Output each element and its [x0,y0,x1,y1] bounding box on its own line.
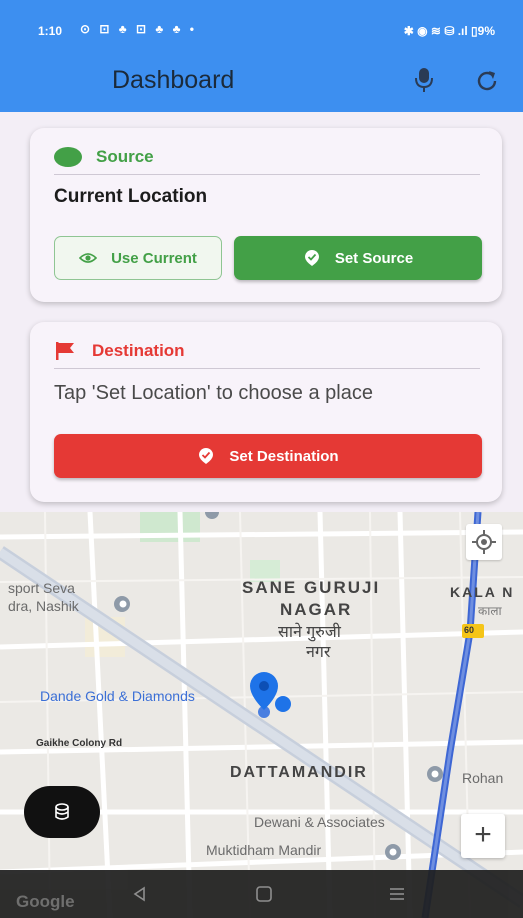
road-shield: 60 [464,625,475,635]
map-label: sport Seva [8,580,75,596]
microphone-icon[interactable] [413,66,435,94]
source-label: Source [96,147,154,166]
set-source-label: Set Source [334,249,414,267]
status-bar: 1:10 ⊙ ⊡ ♣ ⊡ ♣ ♣ • ✱ ◉ ≋ ⛁ .ıl ▯9% [0,0,523,50]
map-label: SANE GURUJI [242,578,381,597]
destination-card: Destination Tap 'Set Location' to choose… [30,322,502,502]
source-dot-icon [54,147,82,167]
back-icon[interactable] [132,886,148,902]
source-divider [54,174,480,175]
location-check-icon [197,447,215,465]
destination-divider [54,368,480,369]
source-card: Source Current Location Use Current Set … [30,128,502,302]
set-source-button[interactable]: Set Source [234,236,482,280]
home-icon[interactable] [255,885,273,903]
map-label: साने गुरुजी [278,624,341,641]
floating-action-button[interactable] [24,786,100,838]
map-label: dra, Nashik [8,598,79,614]
map-label: नगर [306,644,331,661]
database-icon [55,803,69,820]
system-nav-bar: Google [0,870,523,918]
notification-icons: ⊙ ⊡ ♣ ⊡ ♣ ♣ • [80,22,197,36]
battery-level: 9% [477,24,495,38]
destination-value: Tap 'Set Location' to choose a place [54,382,373,404]
crosshair-icon [472,530,496,554]
use-current-button[interactable]: Use Current [54,236,222,280]
destination-header: Destination [54,340,185,362]
map-label: काला [478,604,502,618]
source-header: Source [54,146,154,168]
map-label: NAGAR [280,600,353,619]
use-current-label: Use Current [111,249,197,267]
page-title: Dashboard [112,66,235,94]
set-destination-button[interactable]: Set Destination [54,434,482,478]
map-label: DATTAMANDIR [230,764,368,781]
refresh-icon[interactable] [474,68,500,94]
zoom-in-button[interactable]: + [461,814,505,858]
google-attribution: Google [16,892,75,911]
source-value: Current Location [54,186,208,207]
map-view[interactable]: sport Seva dra, Nashik SANE GURUJI NAGAR… [0,512,523,918]
status-time: 1:10 [38,24,63,38]
map-label: Dande Gold & Diamonds [40,688,195,704]
map-label: Dewani & Associates [254,814,385,830]
system-icons: ✱ ◉ ≋ ⛁ .ıl ▯9% [403,24,495,38]
set-destination-label: Set Destination [229,447,339,465]
map-label: Gaikhe Colony Rd [36,738,123,749]
flag-icon [56,342,74,360]
map-label: Muktidham Mandir [206,842,322,858]
map-label: KALA N [450,584,515,600]
eye-icon [79,251,98,265]
app-bar: Dashboard [0,50,523,112]
destination-label: Destination [92,341,185,360]
map-label: Rohan [462,770,504,786]
my-location-button[interactable] [466,524,502,560]
recents-icon[interactable] [388,886,406,902]
location-check-icon [303,249,321,267]
